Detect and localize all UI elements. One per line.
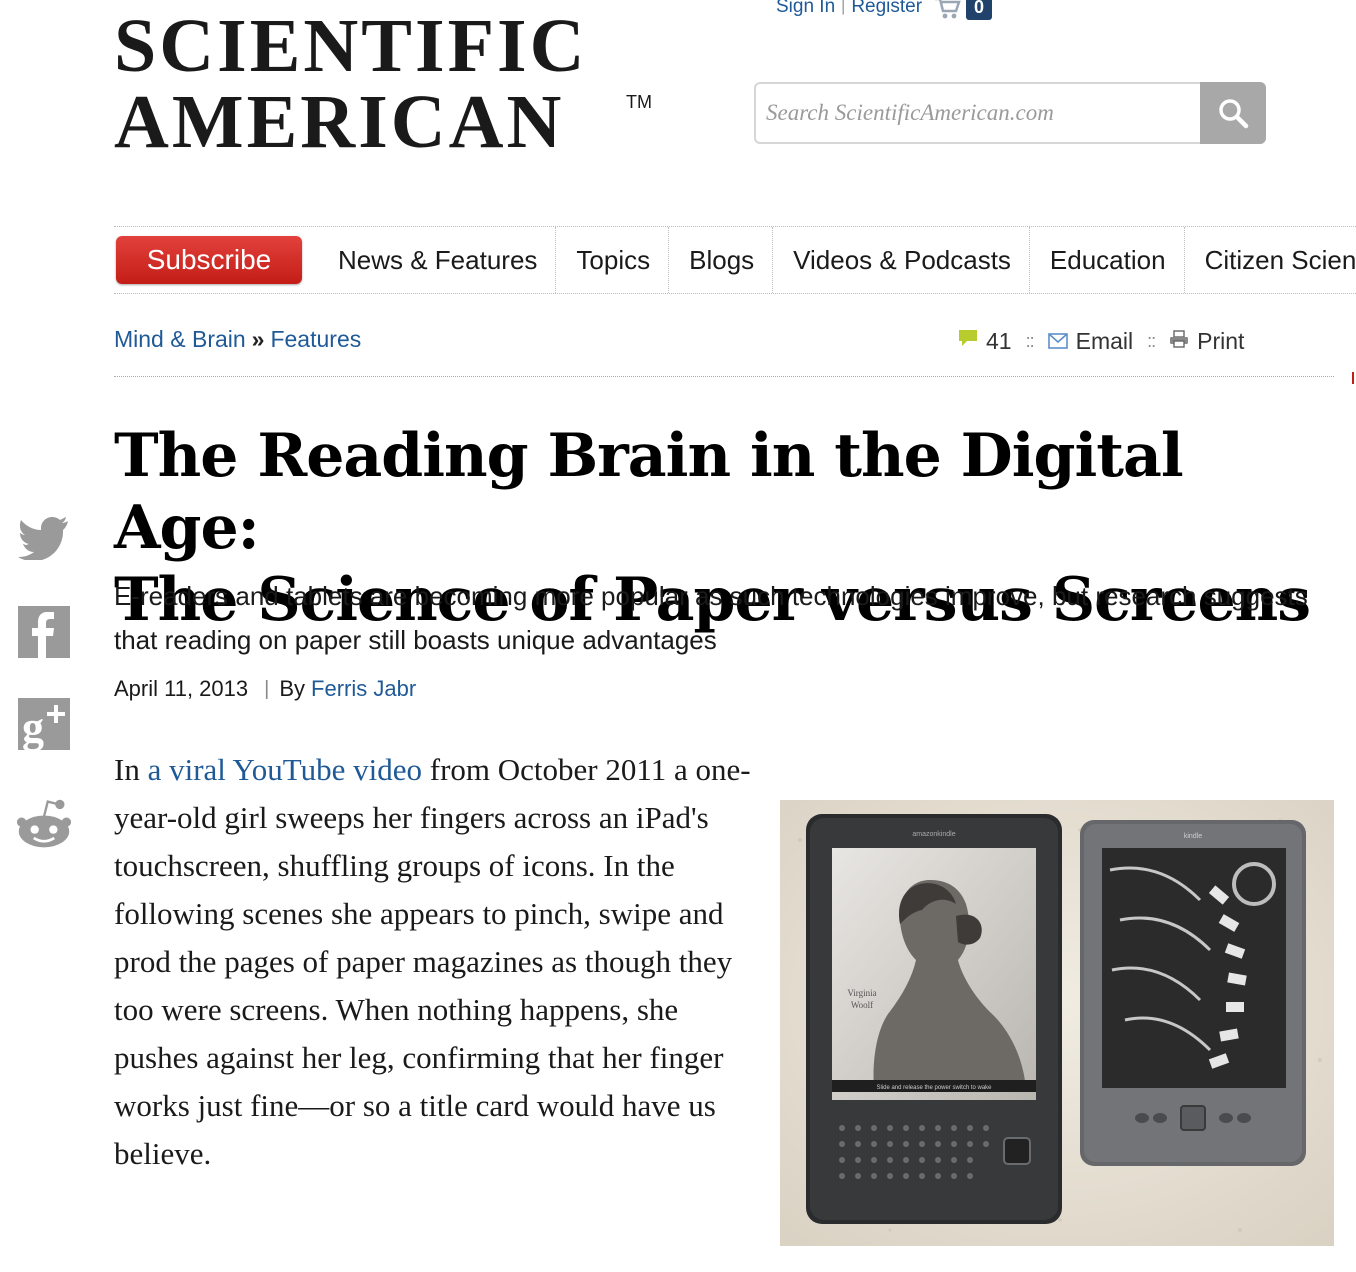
nav-items: News & Features Topics Blogs Videos & Po…: [318, 227, 1356, 293]
logo-trademark: TM: [626, 92, 652, 112]
article-date: April 11, 2013: [114, 676, 249, 701]
comment-icon[interactable]: [958, 328, 978, 355]
article-dek: E-readers and tablets are becoming more …: [114, 581, 1308, 655]
portrait-caption-line-1: Virginia: [847, 988, 876, 998]
left-kindle-brand: amazonkindle: [912, 831, 955, 838]
cart-count-badge[interactable]: 0: [966, 0, 993, 20]
youtube-video-link[interactable]: a viral YouTube video: [148, 752, 422, 787]
cart-icon[interactable]: [934, 0, 962, 19]
body-rest: from October 2011 a one-year-old girl sw…: [114, 752, 751, 1171]
article-title-line-1: The Reading Brain in the Digital Age:: [114, 421, 1184, 563]
subscribe-button[interactable]: Subscribe: [116, 236, 302, 284]
header-divider: [114, 376, 1334, 377]
print-link[interactable]: Print: [1197, 328, 1244, 355]
register-link[interactable]: Register: [851, 0, 922, 18]
account-links: Sign In | Register 0: [776, 0, 993, 20]
logo-line-2: AMERICAN: [114, 80, 565, 164]
search-icon: [1219, 99, 1249, 129]
nav-item-blogs[interactable]: Blogs: [669, 227, 774, 293]
google-plus-icon[interactable]: g: [16, 696, 72, 752]
portrait-caption-line-2: Woolf: [851, 1000, 873, 1010]
article-tools: 41 :: Email :: Print: [958, 326, 1244, 356]
search-button[interactable]: [1200, 82, 1266, 144]
breadcrumb-subsection[interactable]: Features: [270, 326, 361, 353]
account-separator: |: [841, 0, 846, 15]
main-nav: Subscribe News & Features Topics Blogs V…: [114, 226, 1356, 294]
byline-separator: |: [264, 677, 270, 700]
twitter-icon[interactable]: [16, 510, 72, 566]
nav-item-education[interactable]: Education: [1030, 227, 1185, 293]
search-input[interactable]: [766, 90, 1200, 136]
nav-item-news-features[interactable]: News & Features: [318, 227, 557, 293]
email-link[interactable]: Email: [1076, 328, 1134, 355]
author-link[interactable]: Ferris Jabr: [311, 676, 416, 702]
print-icon[interactable]: [1169, 328, 1189, 355]
tools-separator: ::: [1147, 330, 1156, 351]
byline-by: By: [279, 676, 306, 701]
article-byline: April 11, 2013 | By Ferris Jabr: [114, 676, 416, 702]
article-photo[interactable]: amazonkindle Virginia Woolf Slide and re…: [780, 800, 1334, 1246]
edge-marker: [1352, 372, 1354, 384]
breadcrumb: Mind & Brain » Features: [114, 326, 361, 353]
article-body-paragraph: In a viral YouTube video from October 20…: [114, 746, 754, 1178]
search-box: [754, 82, 1266, 144]
sign-in-link[interactable]: Sign In: [776, 0, 835, 18]
tools-separator: ::: [1025, 330, 1035, 351]
site-logo[interactable]: SCIENTIFIC AMERICAN TM: [114, 4, 652, 164]
screen-footer-text: Slide and release the power switch to wa…: [876, 1085, 992, 1091]
reddit-icon[interactable]: [16, 796, 72, 852]
body-prefix: In: [114, 752, 148, 787]
breadcrumb-separator: »: [251, 326, 265, 352]
nav-item-citizen-science[interactable]: Citizen Science: [1185, 227, 1356, 293]
logo-line-1: SCIENTIFIC: [114, 4, 588, 88]
nav-item-videos-podcasts[interactable]: Videos & Podcasts: [773, 227, 1030, 293]
svg-text:g: g: [22, 703, 44, 750]
breadcrumb-section[interactable]: Mind & Brain: [114, 326, 246, 353]
nav-item-topics[interactable]: Topics: [556, 227, 670, 293]
comments-count[interactable]: 41: [986, 328, 1012, 355]
email-icon[interactable]: [1047, 328, 1068, 355]
facebook-icon[interactable]: [16, 604, 72, 660]
right-kindle-brand: kindle: [1184, 833, 1202, 840]
